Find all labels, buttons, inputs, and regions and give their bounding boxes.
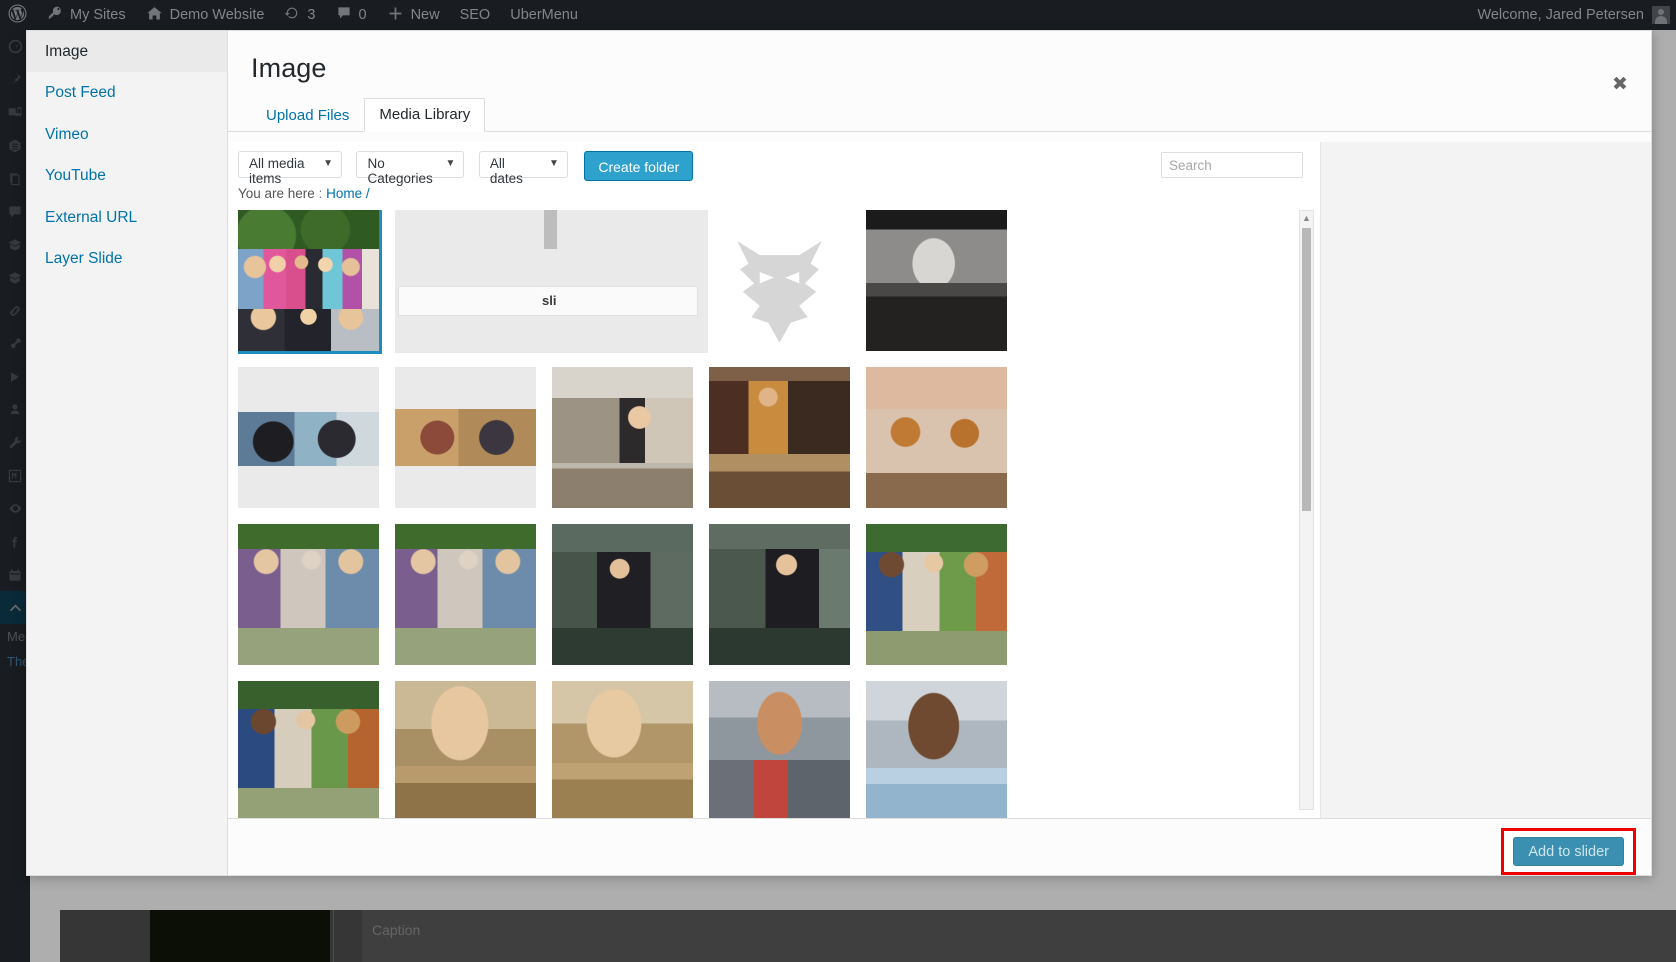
router-item-image[interactable]: Image	[27, 31, 227, 72]
attachment-orchestra-conductor[interactable]	[709, 367, 850, 508]
photo-detail	[238, 249, 379, 308]
attachment-students-outdoor-1[interactable]	[395, 367, 536, 508]
filter-media-type-value: All media items	[249, 156, 305, 186]
attachments-grid[interactable]: sli	[238, 210, 1298, 818]
dragging-tile-handle[interactable]	[544, 210, 557, 249]
attachment-husky-mascot-logo[interactable]	[709, 210, 850, 351]
attachment-professor-chalkboard-1[interactable]	[552, 524, 693, 665]
drag-overlay-label: sli	[539, 292, 559, 309]
tab-label-upload-files: Upload Files	[266, 107, 349, 124]
photo-detail	[552, 398, 693, 463]
photo-detail	[552, 552, 693, 628]
router-label-layer-slide: Layer Slide	[45, 250, 123, 267]
attachment-orchestra-strings[interactable]	[866, 367, 1007, 508]
filter-category-value: No Categories	[367, 156, 432, 186]
grid-scrollbar[interactable]: ▲	[1299, 210, 1314, 810]
photo-detail	[238, 412, 379, 466]
add-to-slider-button[interactable]: Add to slider	[1513, 837, 1624, 866]
filter-dates-value: All dates	[490, 156, 523, 186]
photo-detail	[238, 709, 379, 788]
attachments-browser-inner: All media items ▼ No Categories ▼ All da…	[228, 142, 1321, 818]
scroll-up-arrow-icon[interactable]: ▲	[1300, 211, 1313, 226]
router-item-vimeo[interactable]: Vimeo	[27, 114, 227, 155]
photo-detail	[395, 549, 536, 628]
attachment-student-lab[interactable]	[552, 367, 693, 508]
photo-detail	[238, 549, 379, 628]
router-label-vimeo: Vimeo	[45, 126, 89, 143]
router-label-external-url: External URL	[45, 209, 137, 226]
chevron-down-icon: ▼	[446, 158, 456, 169]
attachment-campus-visitors-2[interactable]	[395, 524, 536, 665]
tab-media-library[interactable]: Media Library	[364, 98, 485, 132]
filter-category-select[interactable]: No Categories ▼	[356, 151, 464, 178]
filter-dates-select[interactable]: All dates ▼	[479, 151, 568, 178]
attachment-woman-portrait-scarf[interactable]	[709, 681, 850, 818]
router-item-youtube[interactable]: YouTube	[27, 155, 227, 196]
breadcrumb: You are here : Home /	[238, 186, 370, 201]
grid-row	[238, 681, 1298, 818]
modal-tabs: Upload Files Media Library	[228, 98, 1651, 132]
close-icon[interactable]: ✖	[1603, 67, 1637, 101]
photo-detail	[866, 283, 1007, 351]
photo-detail-lower	[238, 309, 379, 351]
router-item-post-feed[interactable]: Post Feed	[27, 72, 227, 113]
add-to-slider-label: Add to slider	[1528, 844, 1609, 860]
tab-label-media-library: Media Library	[379, 106, 470, 123]
screen: Caption My Sites Demo Website 3	[0, 0, 1676, 962]
photo-detail	[552, 763, 693, 818]
dragging-tile-5[interactable]	[551, 210, 708, 353]
modal-footer-toolbar: Add to slider	[228, 819, 1651, 875]
photo-detail	[866, 409, 1007, 472]
chevron-down-icon: ▼	[323, 158, 333, 169]
photo-detail	[866, 768, 1007, 818]
attachment-professor-chalkboard-2[interactable]	[709, 524, 850, 665]
attachment-group-photo-students[interactable]	[238, 210, 379, 351]
create-folder-button[interactable]: Create folder	[584, 151, 693, 181]
photo-detail	[395, 409, 536, 465]
photo-detail	[395, 766, 536, 818]
grid-row	[238, 524, 1298, 665]
modal-content: Image Upload Files Media Library All med…	[228, 31, 1651, 875]
scrollbar-thumb[interactable]	[1302, 228, 1311, 511]
media-toolbar: All media items ▼ No Categories ▼ All da…	[228, 142, 1320, 197]
router-label-image: Image	[45, 43, 88, 60]
router-item-layer-slide[interactable]: Layer Slide	[27, 238, 227, 279]
media-modal: ✖ Image Post Feed Vimeo YouTube External…	[26, 30, 1652, 876]
dragging-tile-4[interactable]	[395, 210, 552, 353]
attachment-portrait-woman-bw[interactable]	[866, 210, 1007, 351]
attachment-students-classroom-1[interactable]	[238, 367, 379, 508]
attachment-man-portrait-smiling[interactable]	[866, 681, 1007, 818]
photo-detail	[709, 381, 850, 454]
attachment-campus-visitors-1[interactable]	[238, 524, 379, 665]
photo-detail	[709, 760, 850, 818]
tab-upload-files[interactable]: Upload Files	[251, 99, 364, 132]
router-item-external-url[interactable]: External URL	[27, 197, 227, 238]
attachments-browser: All media items ▼ No Categories ▼ All da…	[228, 142, 1651, 819]
chevron-down-icon: ▼	[549, 158, 559, 169]
modal-router-menu: Image Post Feed Vimeo YouTube External U…	[27, 31, 228, 875]
attachment-man-portrait-seated[interactable]	[552, 681, 693, 818]
photo-detail	[709, 549, 850, 628]
breadcrumb-home-link[interactable]: Home	[326, 186, 362, 201]
search-input[interactable]	[1161, 152, 1303, 178]
husky-mascot-icon	[709, 210, 850, 351]
photo-detail	[866, 552, 1007, 631]
add-to-slider-highlight: Add to slider	[1501, 828, 1636, 875]
attachment-details-pane	[1321, 142, 1651, 818]
breadcrumb-prefix: You are here	[238, 186, 315, 201]
router-label-youtube: YouTube	[45, 167, 106, 184]
breadcrumb-trailing: /	[366, 186, 370, 201]
attachment-man-portrait-thinking[interactable]	[395, 681, 536, 818]
breadcrumb-separator: :	[319, 186, 323, 201]
grid-row	[238, 367, 1298, 508]
attachment-students-walking-campus[interactable]	[866, 524, 1007, 665]
router-label-post-feed: Post Feed	[45, 84, 116, 101]
filter-media-type-select[interactable]: All media items ▼	[238, 151, 342, 178]
attachment-students-group-outdoors[interactable]	[238, 681, 379, 818]
page-title: Image	[228, 31, 1651, 84]
create-folder-label: Create folder	[598, 159, 679, 175]
